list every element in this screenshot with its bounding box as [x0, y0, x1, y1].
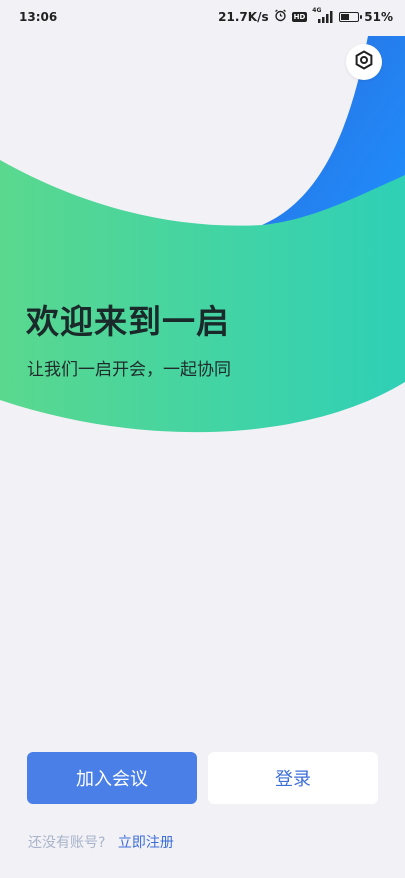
settings-button[interactable] [346, 44, 382, 80]
register-row: 还没有账号? 立即注册 [28, 832, 174, 852]
battery-icon [339, 12, 363, 22]
login-button[interactable]: 登录 [208, 752, 378, 804]
signal-icon: 4G [312, 7, 334, 23]
status-indicators: 21.7K/s HD 4G 51% [218, 7, 393, 25]
welcome-title: 欢迎来到一启 [26, 302, 230, 341]
register-prompt: 还没有账号? [28, 835, 106, 851]
hero-wave-background [0, 36, 405, 433]
settings-icon [354, 50, 374, 74]
hd-badge: HD [291, 12, 308, 22]
status-bar: 13:06 21.7K/s HD 4G 51% [0, 0, 405, 36]
register-link[interactable]: 立即注册 [118, 835, 174, 851]
battery-fill [341, 14, 350, 20]
status-time: 13:06 [19, 10, 58, 24]
alarm-icon [274, 9, 287, 25]
network-speed: 21.7K/s [218, 10, 269, 24]
battery-percent: 51% [364, 10, 393, 24]
join-meeting-button[interactable]: 加入会议 [27, 752, 197, 804]
welcome-subtitle: 让我们一启开会，一起协同 [27, 360, 231, 380]
